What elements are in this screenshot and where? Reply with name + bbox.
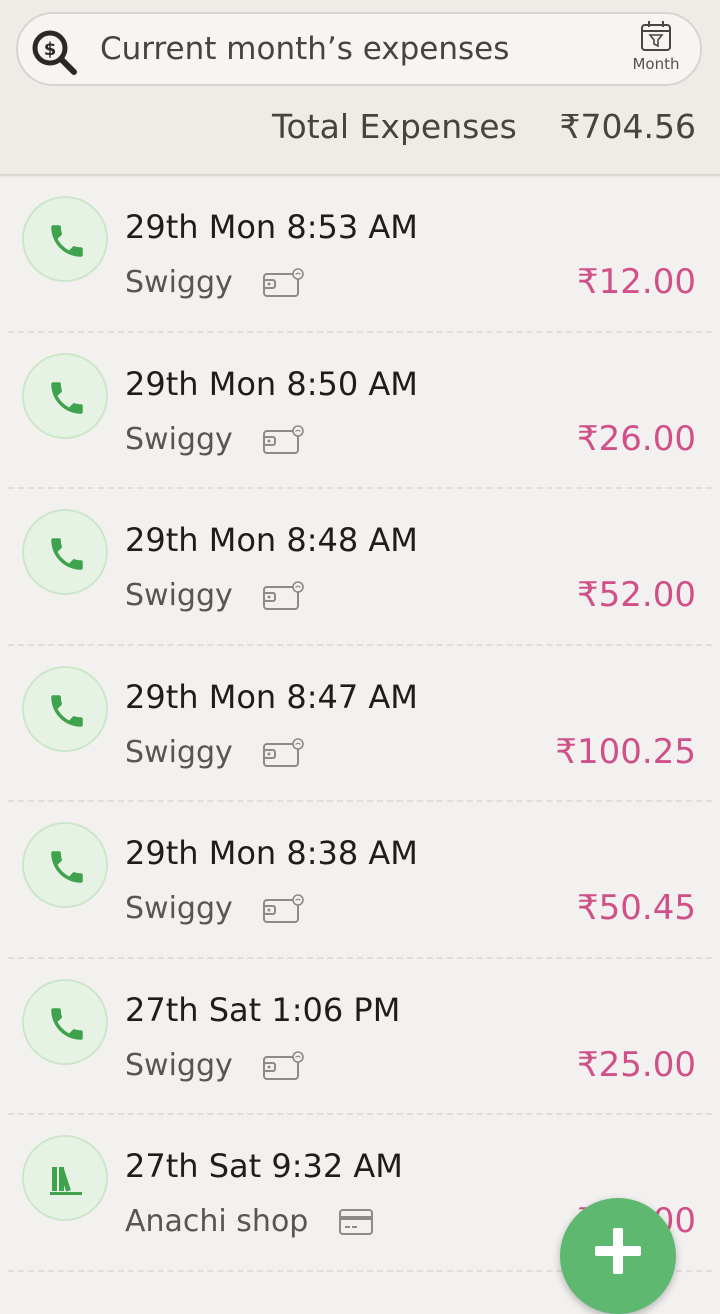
transaction-row[interactable]: 29th Mon 8:38 AM Swiggy ₹50.45 xyxy=(0,802,720,959)
wallet-icon xyxy=(262,579,306,617)
phone-icon xyxy=(51,225,83,257)
calendar-filter-icon xyxy=(620,19,692,53)
category-avatar xyxy=(22,196,108,282)
category-avatar xyxy=(22,665,108,752)
transaction-row[interactable]: 27th Sat 1:06 PM Swiggy ₹25.00 xyxy=(0,959,720,1116)
category-avatar xyxy=(22,1135,108,1221)
card-icon xyxy=(338,1205,374,1243)
wallet-icon xyxy=(262,1049,306,1087)
transaction-time: 29th Mon 8:48 AM xyxy=(125,521,418,559)
merchant-name: Swiggy xyxy=(125,734,233,770)
transaction-row[interactable]: 29th Mon 8:48 AM Swiggy ₹52.00 xyxy=(0,489,720,646)
books-icon xyxy=(50,1167,82,1195)
transaction-amount: ₹12.00 xyxy=(577,262,696,302)
wallet-icon xyxy=(262,423,306,461)
phone-icon xyxy=(51,381,83,414)
merchant-name: Swiggy xyxy=(125,265,233,300)
merchant-name: Swiggy xyxy=(125,1047,233,1083)
phone-icon xyxy=(51,538,83,570)
search-dollar-icon: $ xyxy=(30,28,80,78)
transaction-time: 29th Mon 8:50 AM xyxy=(125,364,418,403)
transaction-time: 29th Mon 8:53 AM xyxy=(125,208,418,246)
total-expenses-label: Total Expenses xyxy=(272,107,517,146)
month-filter-label: Month xyxy=(632,55,680,73)
category-avatar xyxy=(22,978,108,1065)
transaction-time: 29th Mon 8:38 AM xyxy=(125,834,418,872)
category-avatar xyxy=(22,822,108,908)
transaction-row[interactable]: 29th Mon 8:47 AM Swiggy ₹100.25 xyxy=(0,646,720,803)
svg-text:$: $ xyxy=(44,39,57,60)
phone-icon xyxy=(51,694,83,727)
transaction-amount: ₹25.00 xyxy=(577,1044,696,1085)
search-bar[interactable]: $ Current month’s expenses Month xyxy=(16,12,702,86)
transaction-amount: ₹50.45 xyxy=(577,888,696,928)
header: $ Current month’s expenses Month Total E… xyxy=(0,0,720,176)
transaction-row[interactable]: 29th Mon 8:50 AM Swiggy ₹26.00 xyxy=(0,333,720,490)
transaction-row[interactable]: 29th Mon 8:53 AM Swiggy ₹12.00 xyxy=(0,176,720,333)
wallet-icon xyxy=(262,736,306,774)
search-input[interactable]: Current month’s expenses xyxy=(100,31,509,67)
transaction-time: 27th Sat 1:06 PM xyxy=(125,990,401,1029)
transaction-amount: ₹52.00 xyxy=(577,575,696,615)
transaction-time: 29th Mon 8:47 AM xyxy=(125,677,418,716)
wallet-icon xyxy=(262,892,306,930)
month-filter-button[interactable]: Month xyxy=(620,19,692,79)
merchant-name: Swiggy xyxy=(125,578,233,613)
merchant-name: Anachi shop xyxy=(125,1204,309,1239)
merchant-name: Swiggy xyxy=(125,891,233,926)
phone-icon xyxy=(51,851,83,883)
transaction-time: 27th Sat 9:32 AM xyxy=(125,1147,403,1185)
phone-icon xyxy=(51,1007,83,1040)
total-expenses-value: ₹704.56 xyxy=(559,107,696,146)
category-avatar xyxy=(22,352,108,439)
transaction-amount: ₹26.00 xyxy=(577,418,696,459)
merchant-name: Swiggy xyxy=(125,421,233,457)
transaction-amount: ₹100.25 xyxy=(555,731,696,772)
category-avatar xyxy=(22,509,108,595)
transaction-list: 29th Mon 8:53 AM Swiggy ₹12.00 29th Mon … xyxy=(0,176,720,1272)
wallet-icon xyxy=(262,266,306,304)
add-expense-button[interactable] xyxy=(560,1198,676,1314)
plus-icon xyxy=(595,1228,641,1274)
